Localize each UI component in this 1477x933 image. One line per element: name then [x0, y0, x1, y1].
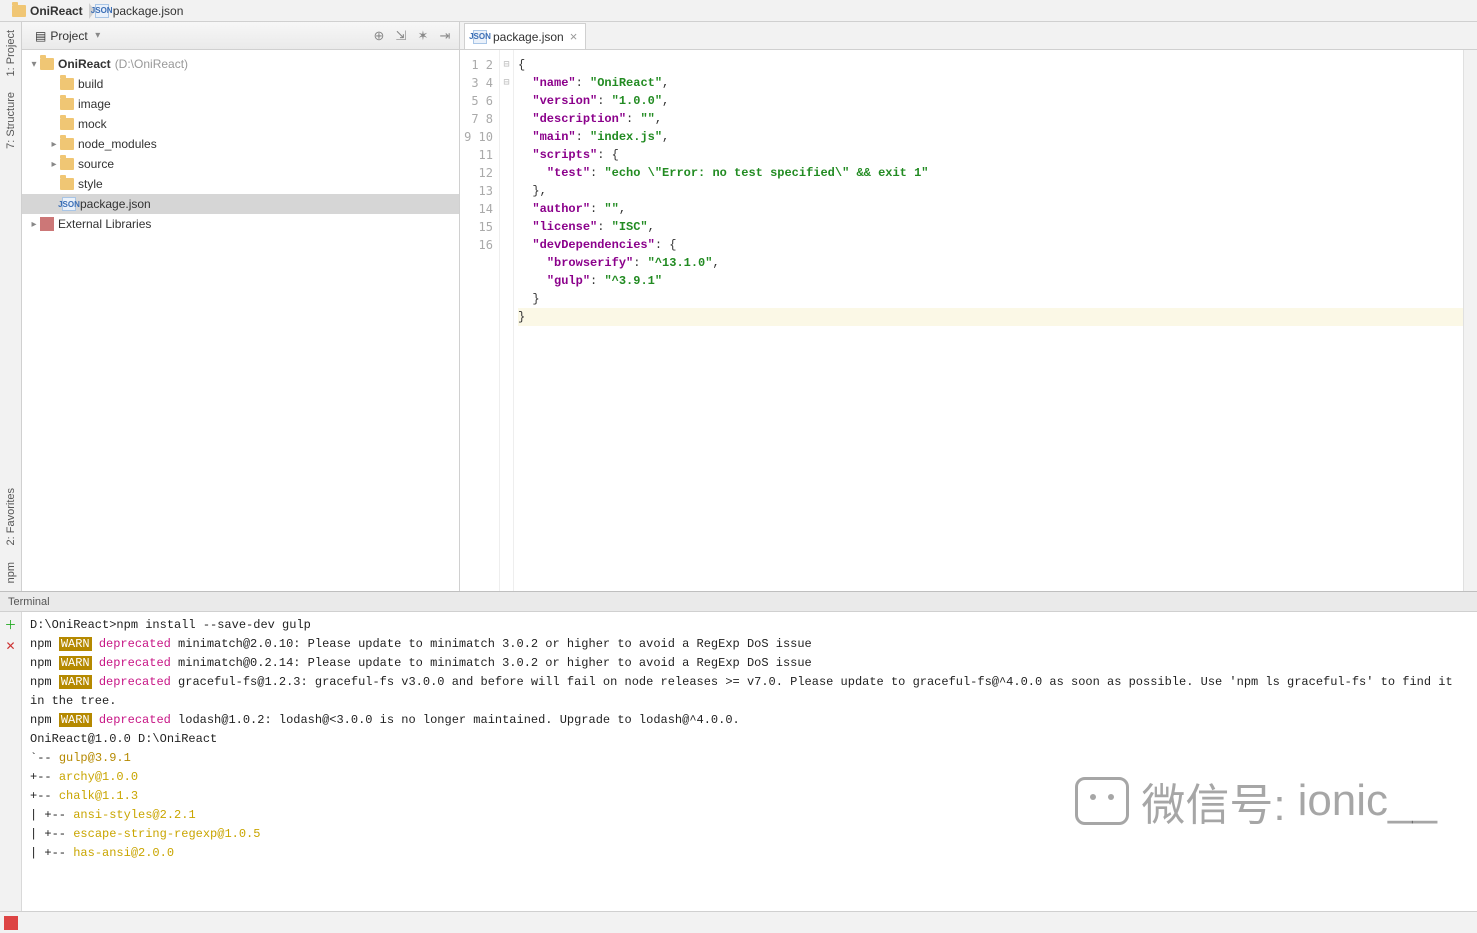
chevron-down-icon: ▾	[28, 59, 40, 70]
line-number-gutter: 1 2 3 4 5 6 7 8 9 10 11 12 13 14 15 16	[460, 50, 500, 591]
library-icon	[40, 217, 54, 231]
terminal-output[interactable]: D:\OniReact>npm install --save-dev gulpn…	[22, 612, 1477, 911]
breadcrumb-file[interactable]: JSON package.json	[89, 1, 190, 21]
tool-tab-project[interactable]: 1: Project	[3, 22, 19, 84]
editor-tab-package-json[interactable]: JSON package.json ×	[464, 23, 586, 49]
folder-icon	[60, 138, 74, 150]
chevron-right-icon: ▸	[28, 219, 40, 230]
settings-icon[interactable]: ✶	[415, 28, 431, 44]
folder-icon	[60, 98, 74, 110]
tree-folder-style[interactable]: style	[22, 174, 459, 194]
folder-icon	[40, 58, 54, 70]
project-view-selector[interactable]: ▤ Project ▾	[28, 26, 111, 46]
tool-tab-favorites[interactable]: 2: Favorites	[3, 480, 19, 553]
project-toolbar: ⊕ ⇲ ✶ ⇥	[371, 28, 453, 44]
tool-tab-npm[interactable]: npm	[3, 554, 19, 591]
folder-icon	[60, 118, 74, 130]
terminal-panel: Terminal ＋ ✕ D:\OniReact>npm install --s…	[0, 591, 1477, 911]
tree-folder-label: image	[78, 97, 111, 111]
folder-icon	[60, 158, 74, 170]
hide-icon[interactable]: ⇥	[437, 28, 453, 44]
tree-folder-label: source	[78, 157, 114, 171]
tree-root-name: OniReact	[58, 57, 111, 71]
project-panel: ▤ Project ▾ ⊕ ⇲ ✶ ⇥ ▾ OniReact (D:\OniRe…	[22, 22, 460, 591]
close-terminal-icon[interactable]: ✕	[5, 639, 15, 653]
status-indicator-icon[interactable]	[4, 916, 18, 930]
code-content[interactable]: { "name": "OniReact", "version": "1.0.0"…	[514, 50, 1463, 591]
folder-icon	[12, 5, 26, 17]
tree-folder-node_modules[interactable]: ▸ node_modules	[22, 134, 459, 154]
editor-tab-label: package.json	[493, 30, 564, 44]
editor-area: JSON package.json × 1 2 3 4 5 6 7 8 9 10…	[460, 22, 1477, 591]
tree-file-label: package.json	[80, 197, 151, 211]
breadcrumb: OniReact JSON package.json	[0, 0, 1477, 22]
folder-icon	[60, 178, 74, 190]
breadcrumb-root-label: OniReact	[30, 4, 83, 18]
close-icon[interactable]: ×	[570, 29, 578, 44]
status-bar	[0, 911, 1477, 933]
tree-root-hint: (D:\OniReact)	[115, 57, 188, 71]
tree-folder-build[interactable]: build	[22, 74, 459, 94]
fold-gutter[interactable]: ⊟ ⊟	[500, 50, 514, 591]
tree-folder-image[interactable]: image	[22, 94, 459, 114]
tree-external-libraries[interactable]: ▸ External Libraries	[22, 214, 459, 234]
collapse-icon[interactable]: ⇲	[393, 28, 409, 44]
breadcrumb-root[interactable]: OniReact	[6, 1, 89, 21]
code-editor[interactable]: 1 2 3 4 5 6 7 8 9 10 11 12 13 14 15 16 ⊟…	[460, 50, 1477, 591]
left-tool-gutter: 1: Project 7: Structure 2: Favorites npm	[0, 22, 22, 591]
chevron-down-icon: ▾	[92, 30, 104, 41]
json-icon: JSON	[473, 30, 487, 44]
tool-tab-structure[interactable]: 7: Structure	[3, 84, 19, 157]
folder-icon	[60, 78, 74, 90]
add-terminal-icon[interactable]: ＋	[4, 616, 16, 633]
locate-icon[interactable]: ⊕	[371, 28, 387, 44]
project-view-icon: ▤	[35, 29, 46, 43]
json-icon: JSON	[62, 197, 76, 211]
tree-folder-label: node_modules	[78, 137, 157, 151]
tree-folder-label: mock	[78, 117, 107, 131]
tree-root[interactable]: ▾ OniReact (D:\OniReact)	[22, 54, 459, 74]
project-panel-header: ▤ Project ▾ ⊕ ⇲ ✶ ⇥	[22, 22, 459, 50]
tree-file-package-json[interactable]: JSON package.json	[22, 194, 459, 214]
json-icon: JSON	[95, 4, 109, 18]
chevron-right-icon: ▸	[48, 139, 60, 150]
editor-right-margin	[1463, 50, 1477, 591]
tree-folder-source[interactable]: ▸ source	[22, 154, 459, 174]
chevron-right-icon: ▸	[48, 159, 60, 170]
tree-folder-label: style	[78, 177, 103, 191]
terminal-title[interactable]: Terminal	[0, 592, 1477, 612]
tree-external-label: External Libraries	[58, 217, 151, 231]
tree-folder-label: build	[78, 77, 103, 91]
project-tree[interactable]: ▾ OniReact (D:\OniReact) build image mock ▸…	[22, 50, 459, 591]
tree-folder-mock[interactable]: mock	[22, 114, 459, 134]
terminal-gutter: ＋ ✕	[0, 612, 22, 911]
editor-tabbar: JSON package.json ×	[460, 22, 1477, 50]
project-view-label: Project	[50, 29, 87, 43]
breadcrumb-file-label: package.json	[113, 4, 184, 18]
